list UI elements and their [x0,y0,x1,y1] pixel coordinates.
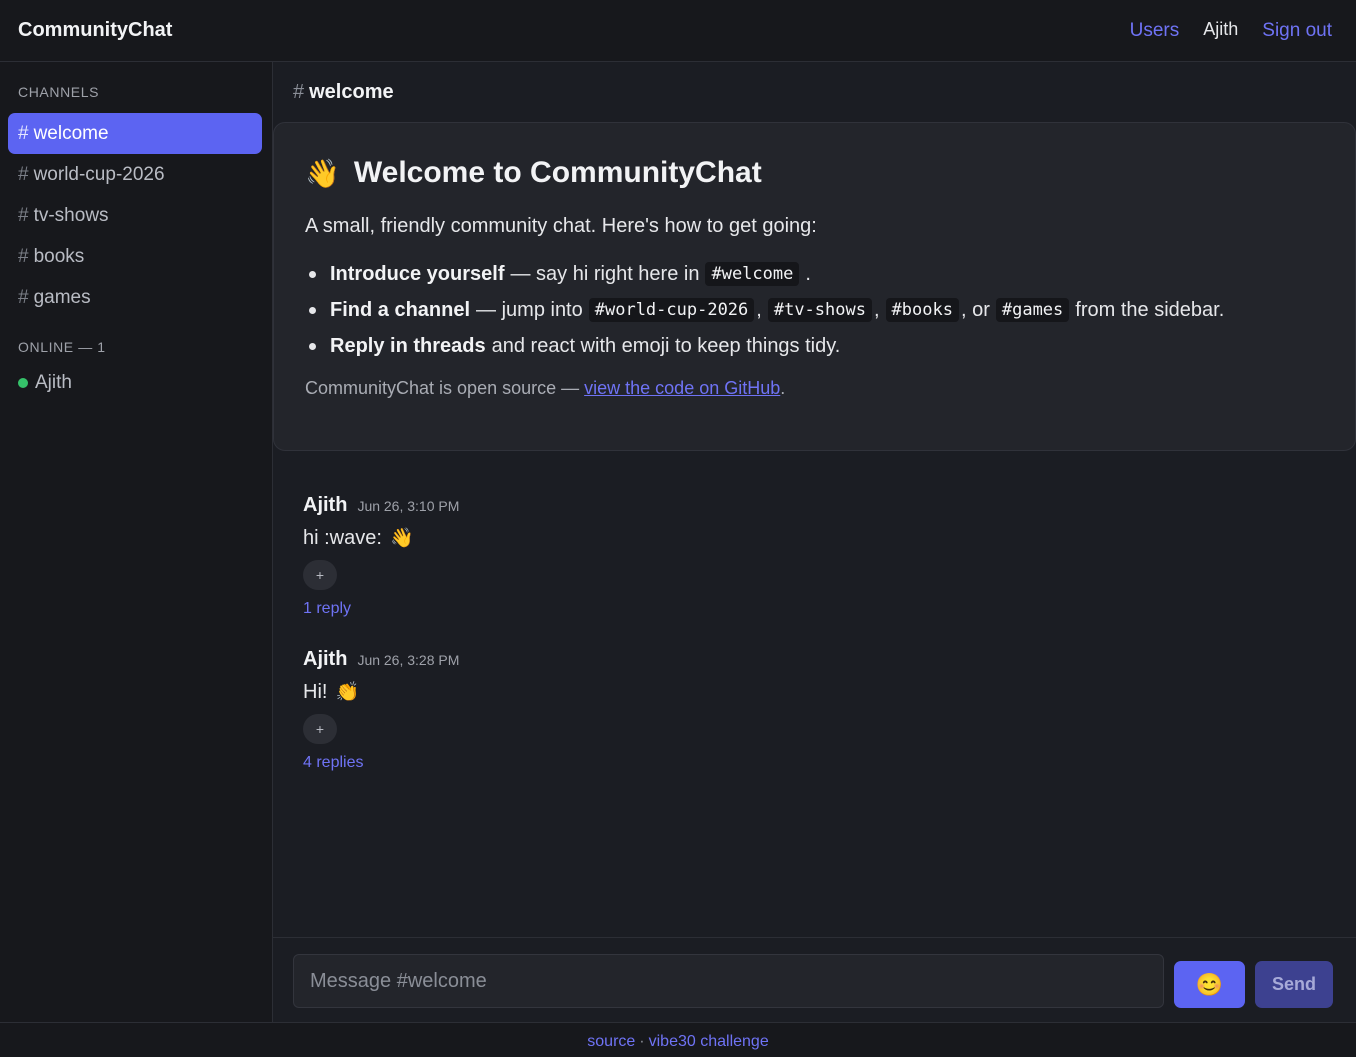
online-user-name: Ajith [35,372,72,393]
tip-text: — jump into [476,298,583,321]
online-status-dot-icon [18,378,28,388]
top-nav: Users Ajith Sign out [1130,19,1338,42]
channels-title: CHANNELS [18,84,100,100]
wave-icon: 👋 [389,528,414,549]
clap-icon: 👏 [335,682,360,703]
channel-label: welcome [33,122,109,144]
message-author[interactable]: Ajith [303,648,347,671]
main-panel: # welcome 👋 Welcome to CommunityChat A s… [273,62,1356,1022]
channel-header: # welcome [273,62,1356,122]
open-source-note: CommunityChat is open source — view the … [305,378,1324,399]
tip-text: from the sidebar. [1075,298,1225,321]
footer: source · vibe30 challenge [0,1022,1356,1057]
tip-title: Find a channel [330,298,471,321]
tip-text: . [805,262,811,285]
welcome-title: Welcome to CommunityChat [353,156,762,189]
tip-text: — say hi right here in [510,262,700,285]
hash-icon: # [18,122,29,144]
send-button[interactable]: Send [1255,961,1333,1008]
open-source-end: . [780,378,786,398]
channel-code: #welcome [705,262,800,286]
emoji-picker-button[interactable]: 😊 [1174,961,1245,1008]
message-timestamp: Jun 26, 3:10 PM [357,498,460,514]
hash-icon: # [18,163,29,185]
add-reaction-button[interactable]: + [303,560,337,590]
message-text: Hi! [303,680,328,703]
channel-code: #games [995,298,1070,322]
channel-code: #books [885,298,959,322]
tip-separator: , [756,298,762,321]
message-input[interactable] [293,954,1164,1008]
channel-code: #world-cup-2026 [588,298,755,322]
sidebar: CHANNELS # welcome # world-cup-2026 # tv… [0,62,273,1022]
message-composer: 😊 Send [273,937,1356,1022]
message: Ajith Jun 26, 3:10 PM hi :wave: 👋 + 1 re… [303,494,459,618]
welcome-card: 👋 Welcome to CommunityChat A small, frie… [273,122,1356,451]
message-body: Hi! 👏 [303,680,459,704]
current-user-name: Ajith [1203,19,1239,39]
sidebar-channel-games[interactable]: # games [8,277,262,318]
tip-separator: , [873,298,880,321]
open-source-text: CommunityChat is open source — [305,378,580,398]
channel-label: tv-shows [33,204,109,226]
channel-title: welcome [309,80,394,103]
wave-icon: 👋 [305,157,340,189]
message-author[interactable]: Ajith [303,494,347,517]
channel-code: #tv-shows [767,298,872,322]
add-reaction-button[interactable]: + [303,714,337,744]
footer-separator: · [639,1033,645,1050]
channel-label: games [33,286,91,308]
tip-separator: , or [960,298,990,321]
message-header: Ajith Jun 26, 3:10 PM [303,494,459,518]
tip-text: and react with emoji to keep things tidy… [491,334,841,357]
welcome-heading: 👋 Welcome to CommunityChat [305,155,1324,191]
source-link[interactable]: source [587,1033,635,1051]
welcome-intro: A small, friendly community chat. Here's… [305,215,817,237]
online-user[interactable]: Ajith [0,371,272,395]
message-text: hi :wave: [303,526,382,549]
message: Ajith Jun 26, 3:28 PM Hi! 👏 + 4 replies [303,648,459,772]
hash-icon: # [18,286,29,308]
tip-title: Reply in threads [330,334,486,357]
hash-icon: # [293,80,305,103]
users-link[interactable]: Users [1130,20,1180,42]
channel-list: # welcome # world-cup-2026 # tv-shows # … [0,113,272,318]
hash-icon: # [18,204,29,226]
channel-label: world-cup-2026 [33,163,165,185]
vibe30-challenge-link[interactable]: vibe30 challenge [649,1033,769,1051]
sidebar-channel-world-cup-2026[interactable]: # world-cup-2026 [8,154,262,195]
message-list: Ajith Jun 26, 3:10 PM hi :wave: 👋 + 1 re… [303,494,459,802]
sidebar-channel-welcome[interactable]: # welcome [8,113,262,154]
tip-item: Introduce yourself — say hi right here i… [305,256,1324,292]
github-link[interactable]: view the code on GitHub [584,378,780,398]
message-timestamp: Jun 26, 3:28 PM [357,652,460,668]
online-title: ONLINE — 1 [18,339,106,355]
welcome-tips: Introduce yourself — say hi right here i… [305,256,1324,364]
sidebar-channel-books[interactable]: # books [8,236,262,277]
message-body: hi :wave: 👋 [303,526,459,550]
sidebar-channel-tv-shows[interactable]: # tv-shows [8,195,262,236]
thread-replies-link[interactable]: 1 reply [303,600,459,618]
tip-item: Reply in threads and react with emoji to… [305,328,1324,364]
hash-icon: # [18,245,29,267]
sign-out-link[interactable]: Sign out [1262,20,1332,42]
thread-replies-link[interactable]: 4 replies [303,754,459,772]
tip-title: Introduce yourself [330,262,505,285]
channel-label: books [33,245,85,267]
top-bar: CommunityChat Users Ajith Sign out [0,0,1356,62]
tip-item: Find a channel — jump into #world-cup-20… [305,292,1324,328]
message-header: Ajith Jun 26, 3:28 PM [303,648,459,672]
app-brand[interactable]: CommunityChat [18,19,172,42]
